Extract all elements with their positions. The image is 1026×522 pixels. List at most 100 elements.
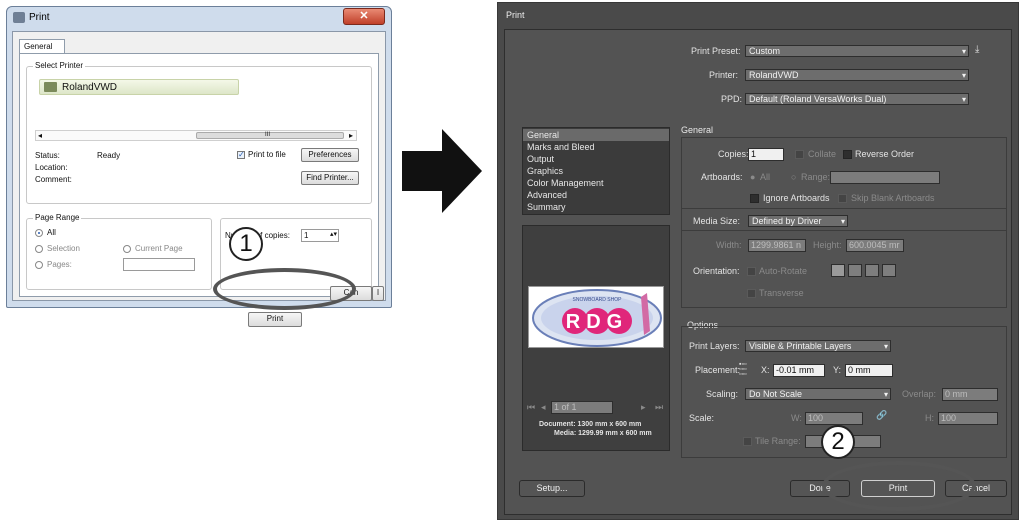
checkmark-icon: ✓ [238, 150, 245, 159]
reverse-order-checkbox[interactable] [843, 150, 852, 159]
nav-item-general[interactable]: General [523, 129, 669, 141]
printer-item[interactable]: RolandVWD [39, 79, 239, 95]
preferences-button[interactable]: Preferences [301, 148, 359, 162]
artboards-range-label: Range: [801, 172, 831, 182]
scroll-left-icon[interactable]: ◂ [38, 131, 42, 140]
print-to-file-checkbox[interactable]: ✓ [237, 150, 245, 159]
width-input[interactable]: 1299.9861 n [748, 239, 806, 252]
w-input[interactable]: 100 [805, 412, 863, 425]
printer-list[interactable]: RolandVWD [35, 75, 357, 133]
range-pages-label: Pages: [47, 260, 72, 269]
tile-range-checkbox[interactable] [743, 437, 752, 446]
page-range-group: Page Range All Selection Current Page Pa… [26, 213, 212, 290]
collate-label: Collate [808, 149, 837, 159]
range-selection-radio[interactable] [35, 245, 43, 253]
transverse-checkbox[interactable] [747, 289, 756, 298]
height-input[interactable]: 600.0045 mr [846, 239, 904, 252]
scaling-label: Scaling: [706, 389, 739, 399]
height-label: Height: [813, 240, 842, 250]
category-list[interactable]: General Marks and Bleed Output Graphics … [522, 127, 670, 215]
callout-number-1: 1 [229, 227, 263, 261]
placement-label: Placement: [695, 365, 741, 375]
print-layers-label: Print Layers: [689, 341, 740, 351]
scaling-dropdown[interactable]: Do Not Scale [745, 388, 891, 400]
print-preset-dropdown[interactable]: Custom [745, 45, 969, 57]
h-label: H: [925, 413, 934, 423]
save-preset-icon[interactable]: ⤓ [975, 44, 979, 55]
media-size-text: Media: 1299.99 mm x 600 mm [554, 430, 652, 437]
range-current-page-label: Current Page [135, 244, 183, 253]
nav-item-summary[interactable]: Summary [523, 201, 669, 213]
ppd-dropdown[interactable]: Default (Roland VersaWorks Dual) [745, 93, 969, 105]
scroll-right-icon[interactable]: ▸ [349, 131, 353, 140]
x-input[interactable]: -0.01 mm [773, 364, 825, 377]
nav-item-color-management[interactable]: Color Management [523, 177, 669, 189]
printer-dropdown[interactable]: RolandVWD [745, 69, 969, 81]
media-size-dropdown[interactable]: Defined by Driver [748, 215, 848, 227]
next-page-icon[interactable]: ▸ [641, 402, 646, 413]
general-tab-pane: Select Printer RolandVWD ◂ III ▸ Status:… [19, 53, 379, 327]
apply-button[interactable]: l [372, 286, 384, 301]
portrait-flipped-icon[interactable] [865, 264, 879, 277]
dialog-body: General Select Printer RolandVWD ◂ III ▸ [12, 31, 386, 327]
range-input[interactable] [830, 171, 940, 184]
callout-oval-1 [213, 268, 356, 310]
status-label: Status: [35, 151, 60, 160]
comment-label: Comment: [35, 175, 72, 184]
landscape-flipped-icon[interactable] [882, 264, 896, 277]
print-preview: RDG SNOWBOARD SHOP ⏮ ◂ 1 of 1 ▸ ⏭ Docume… [522, 225, 670, 451]
artboards-range-radio[interactable]: ○ [791, 172, 796, 182]
copies-spinner-icon[interactable]: ▴▾ [330, 230, 337, 238]
rdg-logo-image: RDG SNOWBOARD SHOP [532, 289, 662, 347]
range-current-page-radio[interactable] [123, 245, 131, 253]
document-size-text: Document: 1300 mm x 600 mm [539, 421, 642, 428]
collate-checkbox[interactable] [795, 150, 804, 159]
scrollbar-thumb[interactable]: III [196, 132, 344, 139]
x-label: X: [761, 365, 770, 375]
close-button[interactable]: ✕ [343, 8, 385, 25]
nav-item-graphics[interactable]: Graphics [523, 165, 669, 177]
nav-item-marks-and-bleed[interactable]: Marks and Bleed [523, 141, 669, 153]
skip-blank-checkbox[interactable] [838, 194, 847, 203]
y-input[interactable]: 0 mm [845, 364, 893, 377]
print-layers-dropdown[interactable]: Visible & Printable Layers [745, 340, 891, 352]
placement-grid-icon[interactable]: ▪▫▫ ▫▫▫ ▫▫▫ [739, 361, 746, 378]
right-arrow-icon [402, 129, 482, 213]
h-input[interactable]: 100 [938, 412, 998, 425]
page-number-field[interactable]: 1 of 1 [551, 401, 613, 414]
title-bar: Print ✕ [7, 7, 391, 29]
portrait-icon[interactable] [831, 264, 845, 277]
constrain-proportions-icon[interactable]: 🔗 [876, 410, 887, 421]
print-button[interactable]: Print [248, 312, 302, 327]
printer-icon [44, 82, 57, 92]
setup-button[interactable]: Setup... [519, 480, 585, 497]
range-selection-label: Selection [47, 244, 80, 253]
prev-page-icon[interactable]: ◂ [541, 402, 546, 413]
find-printer-button[interactable]: Find Printer... [301, 171, 359, 185]
range-all-radio[interactable] [35, 229, 43, 237]
printer-name: RolandVWD [62, 82, 118, 93]
overlap-input[interactable]: 0 mm [942, 388, 998, 401]
ignore-artboards-checkbox[interactable] [750, 194, 759, 203]
last-page-icon[interactable]: ⏭ [655, 402, 663, 413]
nav-item-output[interactable]: Output [523, 153, 669, 165]
callout-oval-2 [822, 461, 976, 511]
general-section-title: General [681, 125, 714, 135]
range-pages-radio[interactable] [35, 261, 43, 269]
print-preset-label: Print Preset: [691, 46, 741, 56]
pages-input[interactable] [123, 258, 195, 271]
tab-general[interactable]: General [19, 39, 65, 54]
artboards-all-label: All [760, 172, 771, 182]
w-label: W: [791, 413, 802, 423]
auto-rotate-checkbox[interactable] [747, 267, 756, 276]
first-page-icon[interactable]: ⏮ [527, 402, 535, 413]
windows-print-dialog: Print ✕ General Select Printer RolandVWD… [6, 6, 392, 327]
copies-input[interactable]: 1 [748, 148, 784, 161]
width-label: Width: [716, 240, 742, 250]
horizontal-scrollbar[interactable]: ◂ III ▸ [35, 130, 357, 141]
artboards-all-radio[interactable]: ● [750, 172, 755, 182]
media-size-label: Media Size: [693, 216, 741, 226]
landscape-icon[interactable] [848, 264, 862, 277]
orientation-label: Orientation: [693, 266, 740, 276]
nav-item-advanced[interactable]: Advanced [523, 189, 669, 201]
